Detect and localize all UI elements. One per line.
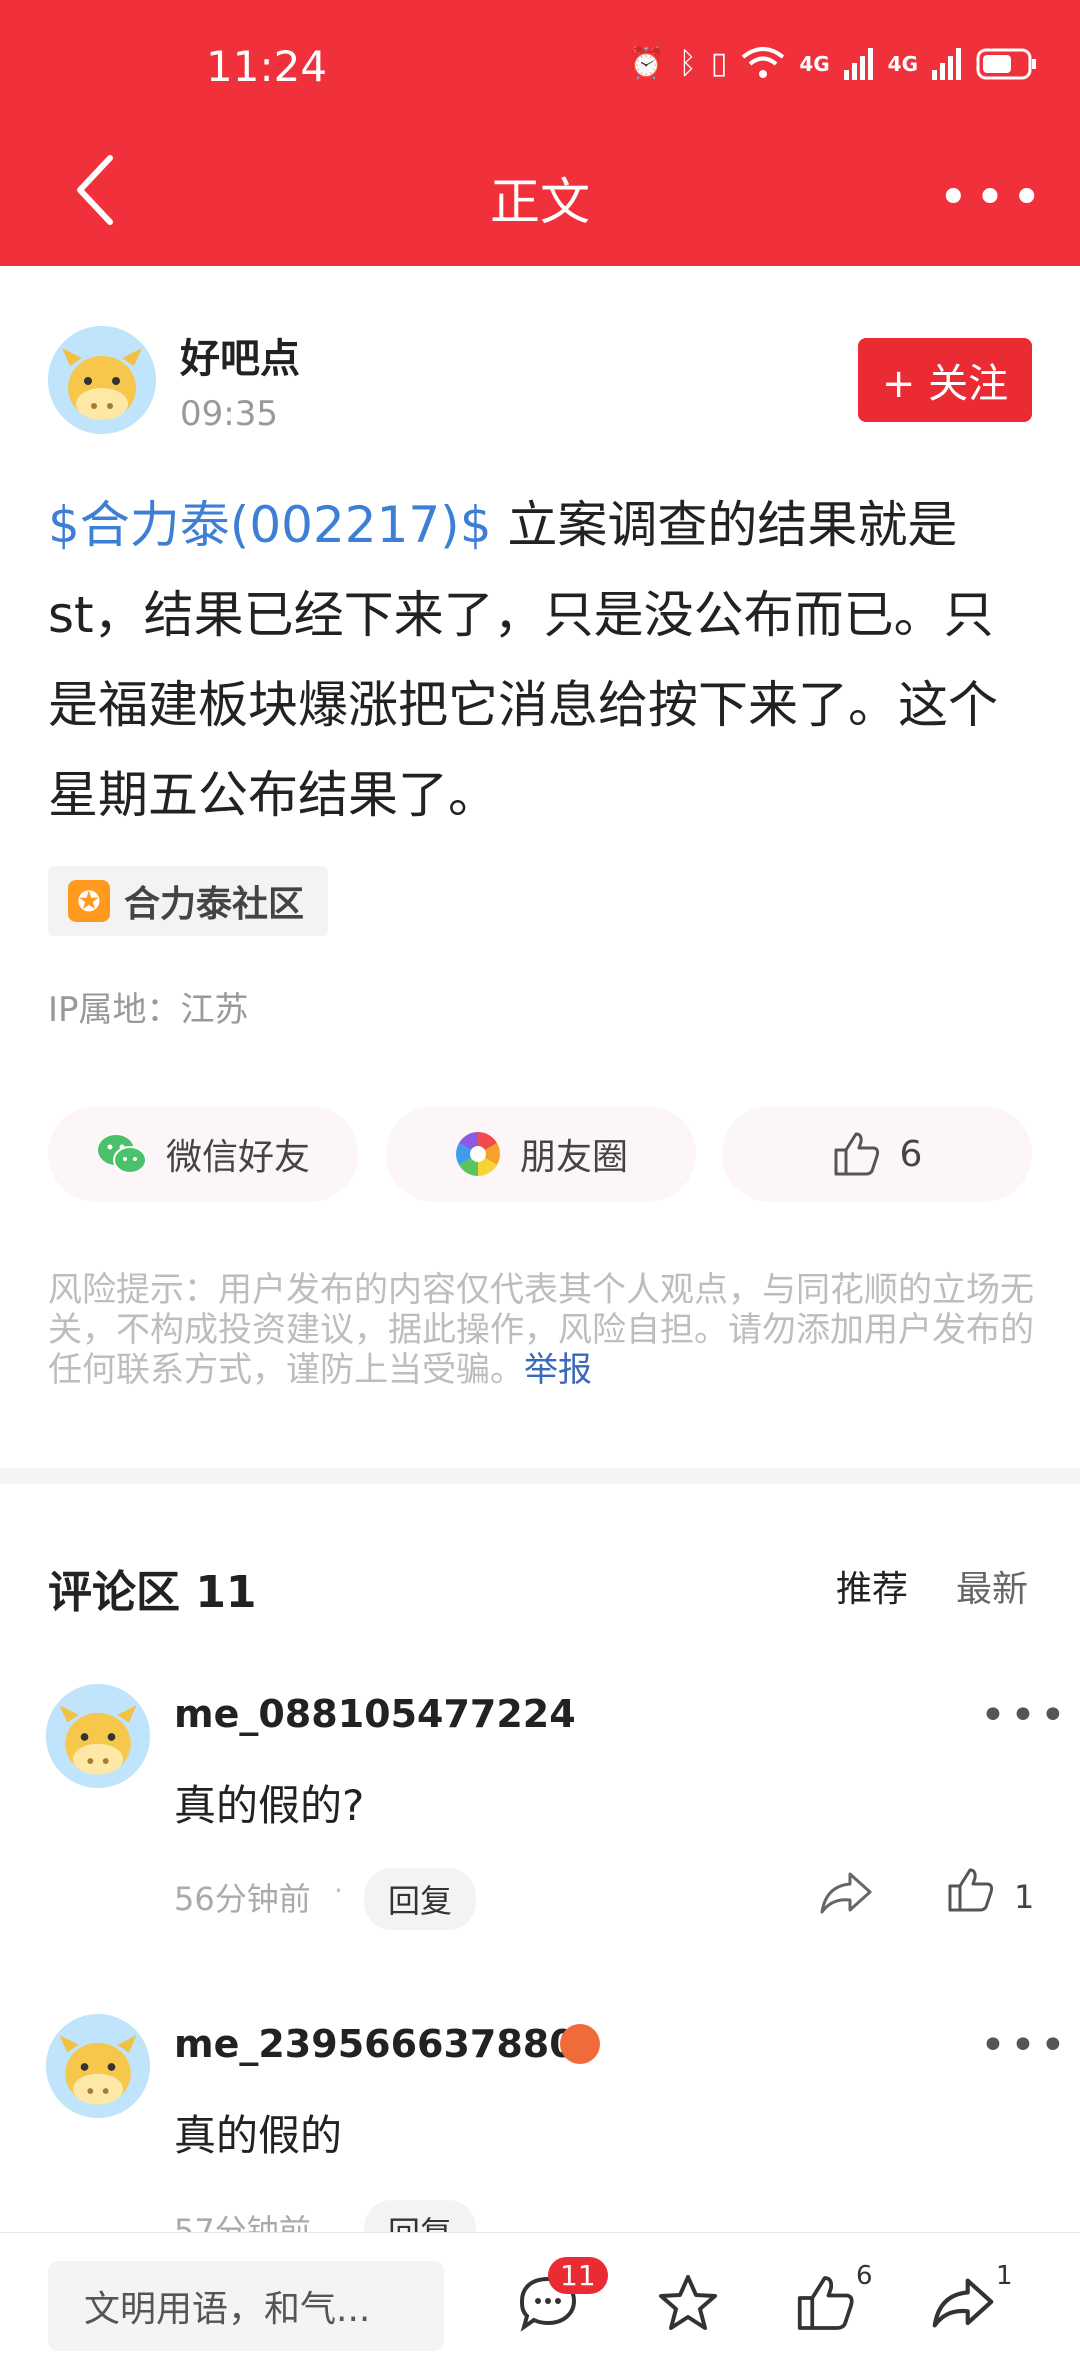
report-link[interactable]: 举报 [524, 1350, 592, 1390]
signal-icon: 4G [799, 51, 830, 76]
post-time: 09:35 [180, 394, 278, 434]
page-title: 正文 [490, 173, 590, 231]
wifi-icon [741, 46, 785, 81]
share-icon[interactable] [818, 1868, 874, 1918]
user-badge-icon [560, 2024, 600, 2064]
like-count: 6 [856, 2261, 873, 2291]
sort-recommended-tab[interactable]: 推荐 [836, 1560, 908, 1612]
share-wechat-label: 微信好友 [165, 1137, 310, 1178]
alarm-icon: ⏰ [627, 46, 665, 81]
comment-text: 真的假的 [174, 2111, 343, 2160]
sort-latest-tab[interactable]: 最新 [956, 1560, 1028, 1612]
bottom-bar: 文明用语，和气... 11 6 1 [0, 2232, 1080, 2377]
moments-icon [454, 1130, 502, 1178]
share-moments-button[interactable]: 朋友圈 [386, 1106, 696, 1202]
comment-username[interactable]: me_088105477224 [174, 1692, 576, 1736]
thumbs-up-icon[interactable] [794, 2273, 858, 2333]
more-icon[interactable]: ••• [938, 168, 1048, 228]
avatar[interactable] [46, 1684, 150, 1788]
community-icon: ✪ [68, 880, 110, 922]
topic-label: 合力泰社区 [124, 884, 305, 925]
thumbs-up-icon[interactable] [946, 1866, 996, 1914]
like-button[interactable]: 6 [722, 1106, 1032, 1202]
comment-like-count: 1 [1014, 1878, 1035, 1916]
ip-location: IP属地：江苏 [48, 990, 249, 1030]
signal-bars-icon [843, 47, 874, 80]
section-divider [0, 1468, 1080, 1484]
signal-icon: 4G [887, 51, 918, 76]
reply-button[interactable]: 回复 [364, 1868, 477, 1930]
share-icon[interactable] [930, 2273, 996, 2333]
comment-count-badge: 11 [548, 2257, 608, 2294]
avatar[interactable] [46, 2014, 150, 2118]
topic-chip[interactable]: ✪ 合力泰社区 [48, 866, 329, 936]
share-moments-label: 朋友圈 [519, 1137, 628, 1178]
comment-time: 56分钟前 [174, 1880, 311, 1918]
post-content: $合力泰(002217)$ 立案调查的结果就是st，结果已经下来了，只是没公布而… [48, 480, 1038, 840]
dot-separator: · [334, 1874, 343, 1907]
follow-button[interactable]: + 关注 [858, 338, 1032, 422]
status-icons: ⏰ ᛒ ▯ 4G 4G [627, 46, 1038, 81]
battery-icon [976, 48, 1038, 80]
share-wechat-button[interactable]: 微信好友 [48, 1106, 358, 1202]
signal-bars-icon [932, 47, 962, 80]
like-count: 6 [899, 1133, 923, 1175]
stock-link[interactable]: $合力泰(002217)$ [48, 496, 492, 554]
thumbs-up-icon [832, 1130, 882, 1178]
comment-input[interactable]: 文明用语，和气... [48, 2261, 444, 2351]
top-bar: 11:24 ⏰ ᛒ ▯ 4G 4G 正文 ••• [0, 0, 1080, 266]
comment-more-icon[interactable]: ••• [980, 1690, 1070, 1741]
star-icon[interactable] [656, 2273, 720, 2333]
avatar[interactable] [48, 326, 156, 434]
author-name[interactable]: 好吧点 [180, 326, 300, 384]
comment-username[interactable]: me_239566637880 [174, 2022, 576, 2066]
comment-text: 真的假的? [174, 1781, 365, 1830]
risk-notice: 风险提示：用户发布的内容仅代表其个人观点，与同花顺的立场无关，不构成投资建议，据… [48, 1270, 1034, 1390]
share-count: 1 [996, 2261, 1013, 2291]
comment-more-icon[interactable]: ••• [980, 2020, 1070, 2071]
comments-title: 评论区 11 [48, 1567, 257, 1618]
status-time: 11:24 [206, 42, 328, 91]
bluetooth-icon: ᛒ [678, 46, 697, 81]
vibrate-icon: ▯ [710, 46, 728, 81]
wechat-icon [96, 1132, 148, 1176]
